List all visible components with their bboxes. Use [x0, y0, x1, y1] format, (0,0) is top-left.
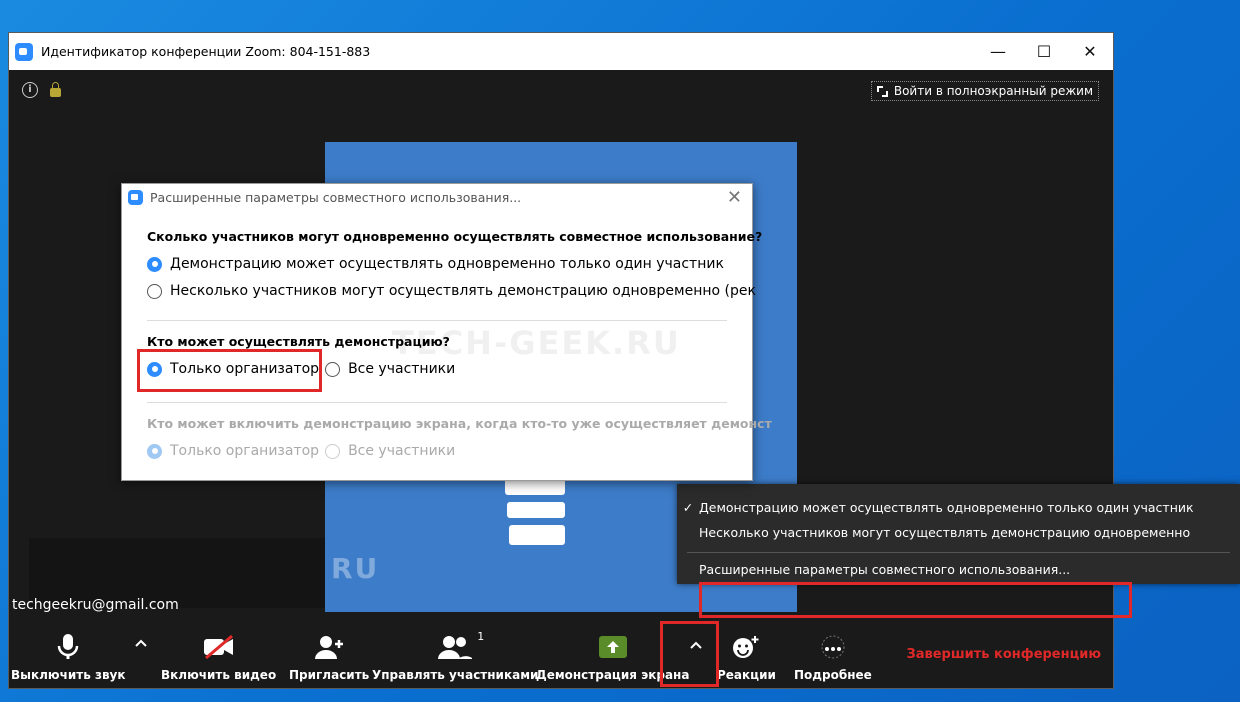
video-label: Включить видео [161, 668, 277, 682]
question-who-can-share: Кто может осуществлять демонстрацию? [147, 334, 450, 349]
radio-label: Несколько участников могут осуществлять … [170, 283, 756, 299]
radio-selected-icon [147, 256, 162, 272]
more-dots-icon [818, 632, 848, 662]
radio-label: Только организатор [170, 361, 320, 377]
radio-host-only-disabled: Только организатор Все участники [147, 443, 455, 459]
window-title: Идентификатор конференции Zoom: 804-151-… [41, 44, 371, 59]
menu-item-label: Расширенные параметры совместного исполь… [699, 561, 1071, 577]
radio-one-participant[interactable]: Демонстрацию может осуществлять одноврем… [147, 256, 724, 272]
reaction-smiley-icon [731, 632, 761, 662]
mute-label: Выключить звук [11, 668, 126, 682]
menu-item-multiple-participants[interactable]: Несколько участников могут осуществлять … [677, 521, 1240, 543]
check-icon: ✓ [682, 499, 694, 515]
radio-selected-icon [147, 443, 162, 459]
advanced-sharing-dialog: Расширенные параметры совместного исполь… [121, 183, 772, 481]
shared-content-bar [509, 525, 565, 545]
end-meeting-button[interactable]: Завершить конференцию [907, 647, 1102, 662]
dialog-title-bar: Расширенные параметры совместного исполь… [128, 190, 521, 205]
menu-separator [687, 552, 1230, 553]
more-button[interactable]: Подробнее [794, 632, 872, 682]
reactions-button[interactable]: Реакции [717, 632, 776, 682]
participants-button[interactable]: 1 Управлять участниками [372, 630, 539, 682]
close-button[interactable]: ✕ [1067, 33, 1113, 70]
invite-label: Пригласить [289, 668, 370, 682]
divider [147, 402, 727, 403]
info-icon[interactable]: i [22, 82, 38, 98]
zoom-app-icon [15, 42, 33, 61]
zoom-app-icon [128, 190, 143, 205]
audio-options-chevron[interactable] [134, 633, 148, 652]
fullscreen-icon [876, 85, 888, 97]
radio-unselected-icon [147, 283, 162, 299]
meeting-toolbar: Выключить звук Включить видео Пригласить [9, 613, 1113, 688]
radio-label: Все участники [348, 443, 456, 459]
share-screen-button[interactable]: Демонстрация экрана [536, 632, 689, 682]
video-off-icon [202, 632, 236, 662]
share-label: Демонстрация экрана [536, 668, 690, 682]
fullscreen-label: Войти в полноэкранный режим [893, 84, 1093, 98]
participant-name: techgeekru@gmail.com [12, 597, 179, 613]
mute-button[interactable]: Выключить звук [11, 632, 126, 682]
microphone-icon [57, 632, 79, 662]
radio-label: Все участники [348, 361, 456, 377]
dialog-close-button[interactable]: ✕ [727, 187, 742, 208]
question-who-can-start-sharing: Кто может включить демонстрацию экрана, … [147, 416, 772, 431]
participants-label: Управлять участниками [372, 668, 539, 682]
radio-selected-icon [147, 361, 162, 377]
menu-item-label: Несколько участников могут осуществлять … [699, 524, 1191, 540]
question-concurrent-sharing: Сколько участников могут одновременно ос… [147, 229, 763, 244]
radio-label: Только организатор [170, 443, 320, 459]
radio-host-only[interactable]: Только организатор Все участники [147, 361, 455, 377]
participants-count: 1 [477, 630, 485, 643]
dialog-title: Расширенные параметры совместного исполь… [150, 190, 522, 205]
title-bar: Идентификатор конференции Zoom: 804-151-… [9, 33, 1113, 70]
video-button[interactable]: Включить видео [161, 632, 276, 682]
invite-button[interactable]: Пригласить [289, 632, 369, 682]
more-label: Подробнее [794, 668, 872, 682]
divider [147, 320, 727, 321]
lock-icon[interactable] [50, 82, 61, 97]
fullscreen-button[interactable]: Войти в полноэкранный режим [870, 81, 1099, 101]
menu-item-advanced-sharing[interactable]: Расширенные параметры совместного исполь… [677, 558, 1240, 580]
share-options-menu: ✓ Демонстрацию может осуществлять одновр… [677, 484, 1240, 584]
menu-item-label: Демонстрацию может осуществлять одноврем… [699, 499, 1194, 515]
maximize-button[interactable]: ☐ [1021, 33, 1067, 70]
menu-item-one-participant[interactable]: ✓ Демонстрацию может осуществлять одновр… [677, 496, 1240, 518]
participants-icon: 1 [438, 630, 484, 662]
reactions-label: Реакции [717, 668, 776, 682]
shared-content-bar [507, 502, 565, 518]
watermark-fragment: RU [331, 552, 380, 585]
minimize-button[interactable]: — [975, 33, 1021, 70]
share-options-chevron[interactable] [689, 635, 703, 654]
add-user-icon [313, 632, 345, 662]
radio-label: Демонстрацию может осуществлять одноврем… [170, 256, 724, 272]
radio-all-participants[interactable] [325, 361, 341, 377]
share-screen-icon [597, 632, 629, 662]
radio-multiple-participants[interactable]: Несколько участников могут осуществлять … [147, 283, 756, 299]
radio-all-participants-disabled [325, 443, 341, 459]
